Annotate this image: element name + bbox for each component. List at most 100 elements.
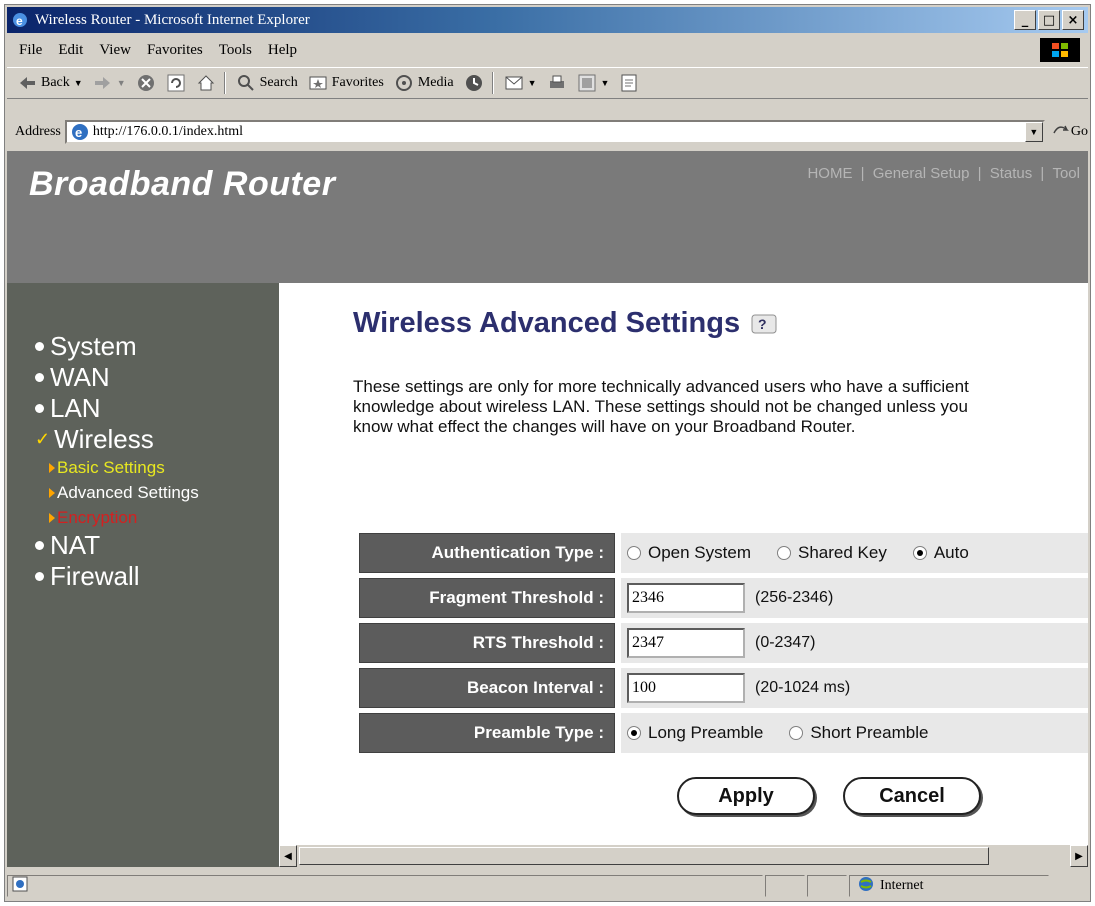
- refresh-icon: [166, 73, 186, 93]
- close-button[interactable]: ×: [1062, 10, 1084, 30]
- history-button[interactable]: [464, 73, 484, 93]
- refresh-button[interactable]: [166, 73, 186, 93]
- preamble-type-label: Preamble Type :: [359, 713, 615, 753]
- media-button[interactable]: Media: [394, 73, 454, 93]
- menu-tools[interactable]: Tools: [219, 42, 252, 59]
- auth-type-label: Authentication Type :: [359, 533, 615, 573]
- nav-general-setup[interactable]: General Setup: [873, 165, 970, 182]
- horizontal-scrollbar[interactable]: ◀ ▶: [279, 845, 1088, 867]
- radio-auto[interactable]: Auto: [912, 543, 969, 563]
- stop-button[interactable]: [136, 73, 156, 93]
- address-url: http://176.0.0.1/index.html: [92, 124, 244, 139]
- beacon-interval-range: (20-1024 ms): [755, 679, 851, 696]
- search-button[interactable]: Search: [236, 73, 298, 93]
- sidebar-item-firewall[interactable]: Firewall: [35, 561, 199, 592]
- radio-short-preamble[interactable]: Short Preamble: [789, 723, 928, 743]
- address-label: Address: [15, 124, 61, 139]
- address-bar: Address e http://176.0.0.1/index.html ▼ …: [7, 117, 1088, 147]
- top-nav: HOME | General Setup | Status | Tool: [807, 165, 1080, 182]
- main-content: Wireless Advanced Settings ? These setti…: [279, 283, 1088, 867]
- minimize-button[interactable]: _: [1014, 10, 1036, 30]
- bullet-icon: [35, 373, 44, 382]
- nav-status[interactable]: Status: [990, 165, 1033, 182]
- svg-text:?: ?: [758, 316, 767, 332]
- discuss-button[interactable]: [619, 73, 639, 93]
- sidebar-subitem-encryption[interactable]: Encryption: [49, 505, 199, 530]
- cancel-button[interactable]: Cancel: [843, 777, 981, 815]
- toolbar: Back ▼ ▼ Search Favorites Media ▼ ▼: [7, 67, 1088, 99]
- radio-long-preamble[interactable]: Long Preamble: [627, 723, 763, 743]
- nav-home[interactable]: HOME: [807, 165, 852, 182]
- sidebar-item-nat[interactable]: NAT: [35, 530, 199, 561]
- router-header: Broadband Router HOME | General Setup | …: [7, 151, 1088, 283]
- media-icon: [394, 73, 414, 93]
- description-text: These settings are only for more technic…: [353, 377, 969, 436]
- window-title: Wireless Router - Microsoft Internet Exp…: [35, 11, 310, 28]
- scroll-left-button[interactable]: ◀: [279, 845, 297, 867]
- mail-icon: [504, 73, 524, 93]
- fragment-threshold-input[interactable]: [627, 583, 745, 613]
- rts-threshold-row: RTS Threshold : (0-2347): [359, 623, 1088, 663]
- print-button[interactable]: [547, 73, 567, 93]
- fragment-threshold-label: Fragment Threshold :: [359, 578, 615, 618]
- menu-file[interactable]: File: [19, 42, 42, 59]
- sidebar-item-wireless[interactable]: ✓ Wireless: [35, 424, 199, 455]
- title-bar: e Wireless Router - Microsoft Internet E…: [7, 7, 1088, 33]
- sidebar-subitem-basic-settings[interactable]: Basic Settings: [49, 455, 199, 480]
- favorites-button[interactable]: Favorites: [308, 73, 384, 93]
- print-icon: [547, 73, 567, 93]
- page-title: Wireless Advanced Settings ?: [353, 307, 778, 340]
- sidebar-item-lan[interactable]: LAN: [35, 393, 199, 424]
- sidebar-subitem-advanced-settings[interactable]: Advanced Settings: [49, 480, 199, 505]
- favorites-icon: [308, 73, 328, 93]
- maximize-button[interactable]: □: [1038, 10, 1060, 30]
- search-icon: [236, 73, 256, 93]
- sidebar-item-system[interactable]: System: [35, 331, 199, 362]
- apply-button[interactable]: Apply: [677, 777, 815, 815]
- bullet-icon: [35, 404, 44, 413]
- mail-button[interactable]: ▼: [504, 73, 537, 93]
- status-bar: Internet: [7, 873, 1088, 899]
- menu-edit[interactable]: Edit: [58, 42, 83, 59]
- history-icon: [464, 73, 484, 93]
- help-icon[interactable]: ?: [750, 313, 778, 335]
- rts-threshold-range: (0-2347): [755, 634, 816, 651]
- edit-icon: [577, 73, 597, 93]
- nav-tool[interactable]: Tool: [1052, 165, 1080, 182]
- menu-view[interactable]: View: [99, 42, 131, 59]
- address-dropdown-button[interactable]: ▼: [1024, 122, 1043, 142]
- page-icon: e: [71, 123, 89, 141]
- zone-label: Internet: [880, 878, 924, 893]
- scroll-thumb[interactable]: [299, 847, 989, 865]
- rts-threshold-input[interactable]: [627, 628, 745, 658]
- scroll-right-button[interactable]: ▶: [1070, 845, 1088, 867]
- bullet-icon: [35, 342, 44, 351]
- stop-icon: [136, 73, 156, 93]
- windows-logo-icon: [1040, 38, 1080, 62]
- radio-shared-key[interactable]: Shared Key: [777, 543, 887, 563]
- home-button[interactable]: [196, 73, 216, 93]
- sidebar-item-wan[interactable]: WAN: [35, 362, 199, 393]
- bullet-icon: [35, 541, 44, 550]
- preamble-type-row: Preamble Type : Long Preamble Short Prea…: [359, 713, 1088, 753]
- arrow-right-icon: [49, 462, 55, 473]
- home-icon: [196, 73, 216, 93]
- edit-button[interactable]: ▼: [577, 73, 609, 93]
- security-zone: Internet: [849, 875, 1049, 897]
- menu-help[interactable]: Help: [268, 42, 297, 59]
- go-arrow-icon: [1053, 123, 1069, 142]
- brand-title: Broadband Router: [29, 165, 336, 203]
- fragment-threshold-row: Fragment Threshold : (256-2346): [359, 578, 1088, 618]
- browser-window: e Wireless Router - Microsoft Internet E…: [4, 4, 1091, 902]
- back-button[interactable]: Back ▼: [17, 73, 83, 93]
- radio-open-system[interactable]: Open System: [627, 543, 751, 563]
- beacon-interval-input[interactable]: [627, 673, 745, 703]
- checkmark-icon: ✓: [35, 429, 51, 449]
- address-input[interactable]: e http://176.0.0.1/index.html ▼: [64, 120, 1045, 144]
- forward-button[interactable]: ▼: [93, 73, 126, 93]
- arrow-right-icon: [49, 487, 55, 498]
- beacon-interval-row: Beacon Interval : (20-1024 ms): [359, 668, 1088, 708]
- go-button[interactable]: Go: [1053, 123, 1088, 142]
- menu-favorites[interactable]: Favorites: [147, 42, 203, 59]
- fragment-threshold-range: (256-2346): [755, 589, 834, 606]
